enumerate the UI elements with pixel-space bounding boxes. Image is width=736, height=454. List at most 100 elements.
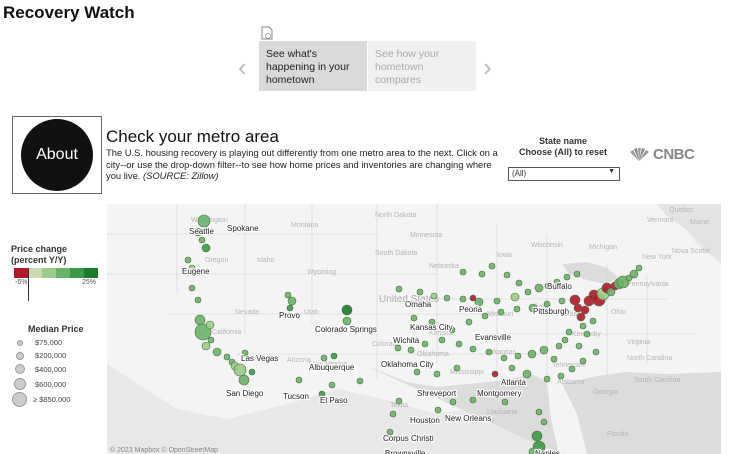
metro-dot[interactable]	[184, 256, 192, 264]
metro-dot[interactable]	[394, 344, 402, 352]
metro-dot[interactable]	[188, 284, 196, 292]
metro-dot[interactable]	[194, 314, 206, 326]
metro-dot[interactable]	[478, 270, 486, 278]
metro-dot[interactable]	[201, 243, 211, 253]
metro-dot[interactable]	[212, 347, 222, 357]
metro-dot[interactable]	[481, 312, 489, 320]
metro-dot[interactable]	[629, 269, 639, 279]
metro-dot[interactable]	[561, 336, 569, 344]
metro-dot[interactable]	[500, 354, 508, 362]
metro-dot[interactable]	[576, 312, 586, 322]
metro-dot[interactable]	[469, 345, 477, 353]
metro-dot[interactable]	[395, 397, 403, 405]
metro-dot[interactable]	[488, 262, 496, 270]
metro-dot[interactable]	[416, 288, 424, 296]
metro-dot[interactable]	[207, 336, 215, 344]
metro-dot[interactable]	[580, 305, 590, 315]
metro-dot[interactable]	[395, 285, 403, 293]
state-filter-dropdown[interactable]: (All) ▼	[508, 167, 620, 181]
story-point-compare[interactable]: See how your hometown compares	[368, 41, 476, 91]
metro-dot[interactable]	[233, 363, 247, 377]
metro-dot[interactable]	[469, 294, 477, 302]
metro-dot[interactable]	[443, 294, 451, 302]
metro-dot[interactable]	[508, 364, 516, 372]
metro-dot[interactable]	[410, 314, 418, 322]
metro-dot[interactable]	[540, 418, 548, 426]
metro-dot[interactable]	[555, 342, 563, 350]
metro-dot[interactable]	[389, 410, 397, 418]
metro-dot[interactable]	[459, 295, 467, 303]
metro-dot[interactable]	[430, 292, 438, 300]
metro-dot[interactable]	[248, 368, 256, 376]
metro-dot[interactable]	[421, 340, 429, 348]
metro-dot[interactable]	[513, 305, 521, 313]
metro-dot[interactable]	[449, 398, 457, 406]
metro-dot[interactable]	[223, 353, 231, 361]
map-canvas[interactable]: WashingtonMontanaNorth DakotaMinnesotaOr…	[107, 204, 721, 454]
metro-dot[interactable]	[579, 357, 587, 365]
metro-dot[interactable]	[563, 273, 571, 281]
metro-dot[interactable]	[356, 377, 364, 385]
metro-dot[interactable]	[453, 364, 461, 372]
metro-dot[interactable]	[592, 348, 600, 356]
metro-dot[interactable]	[531, 430, 543, 442]
metro-dot[interactable]	[550, 355, 558, 363]
metro-dot[interactable]	[320, 354, 328, 362]
metro-dot[interactable]	[238, 374, 250, 386]
metro-dot[interactable]	[527, 349, 537, 359]
story-point-hometown[interactable]: See what's happening in your hometown	[259, 41, 367, 91]
metro-dot[interactable]	[575, 342, 583, 350]
metro-dot[interactable]	[501, 398, 509, 406]
about-button[interactable]: About	[21, 119, 93, 191]
metro-dot[interactable]	[535, 408, 543, 416]
metro-dot[interactable]	[493, 297, 501, 305]
metro-dot[interactable]	[287, 296, 297, 306]
next-story-arrow-icon[interactable]: ›	[483, 54, 492, 80]
metro-dot[interactable]	[465, 318, 473, 326]
metro-dot[interactable]	[328, 381, 336, 389]
metro-dot[interactable]	[583, 330, 591, 338]
metro-dot[interactable]	[589, 317, 597, 325]
metro-dot[interactable]	[557, 372, 565, 380]
metro-dot[interactable]	[573, 270, 581, 278]
metro-dot[interactable]	[455, 340, 463, 348]
metro-dot[interactable]	[330, 352, 338, 360]
metro-dot[interactable]	[284, 291, 292, 299]
metro-dot[interactable]	[194, 296, 202, 304]
metro-dot[interactable]	[524, 288, 532, 296]
metro-dot[interactable]	[514, 352, 522, 360]
metro-dot[interactable]	[558, 297, 566, 305]
metro-dot[interactable]	[491, 370, 499, 378]
metro-dot[interactable]	[342, 316, 352, 326]
price-change-title-line2: (percent Y/Y)	[11, 255, 67, 265]
metro-dot[interactable]	[485, 348, 493, 356]
metro-dot[interactable]	[407, 346, 415, 354]
metro-dot[interactable]	[534, 283, 544, 293]
previous-story-arrow-icon[interactable]: ‹	[238, 54, 247, 80]
metro-dot[interactable]	[198, 236, 206, 244]
metro-dot[interactable]	[469, 396, 477, 404]
metro-dot[interactable]	[510, 292, 520, 302]
metro-dot[interactable]	[341, 304, 353, 316]
metro-dot[interactable]	[569, 294, 581, 306]
metro-dot[interactable]	[568, 365, 576, 373]
metro-dot[interactable]	[539, 345, 549, 355]
metro-dot[interactable]	[635, 264, 643, 272]
metro-dot[interactable]	[438, 336, 446, 344]
metro-dot[interactable]	[579, 322, 587, 330]
metro-map[interactable]: WashingtonMontanaNorth DakotaMinnesotaOr…	[107, 204, 721, 454]
metro-dot[interactable]	[197, 214, 211, 228]
metro-dot[interactable]	[413, 368, 421, 376]
metro-dot[interactable]	[205, 320, 215, 330]
metro-dot[interactable]	[565, 328, 573, 336]
metro-dot[interactable]	[433, 370, 441, 378]
metro-dot[interactable]	[201, 341, 211, 351]
metro-dot[interactable]	[522, 369, 532, 379]
metro-dot[interactable]	[543, 375, 551, 383]
metro-dot[interactable]	[497, 308, 505, 316]
metro-dot[interactable]	[459, 268, 467, 276]
metro-dot[interactable]	[515, 279, 523, 287]
metro-dot[interactable]	[434, 406, 442, 414]
metro-dot[interactable]	[503, 271, 511, 279]
metro-dot[interactable]	[295, 376, 303, 384]
